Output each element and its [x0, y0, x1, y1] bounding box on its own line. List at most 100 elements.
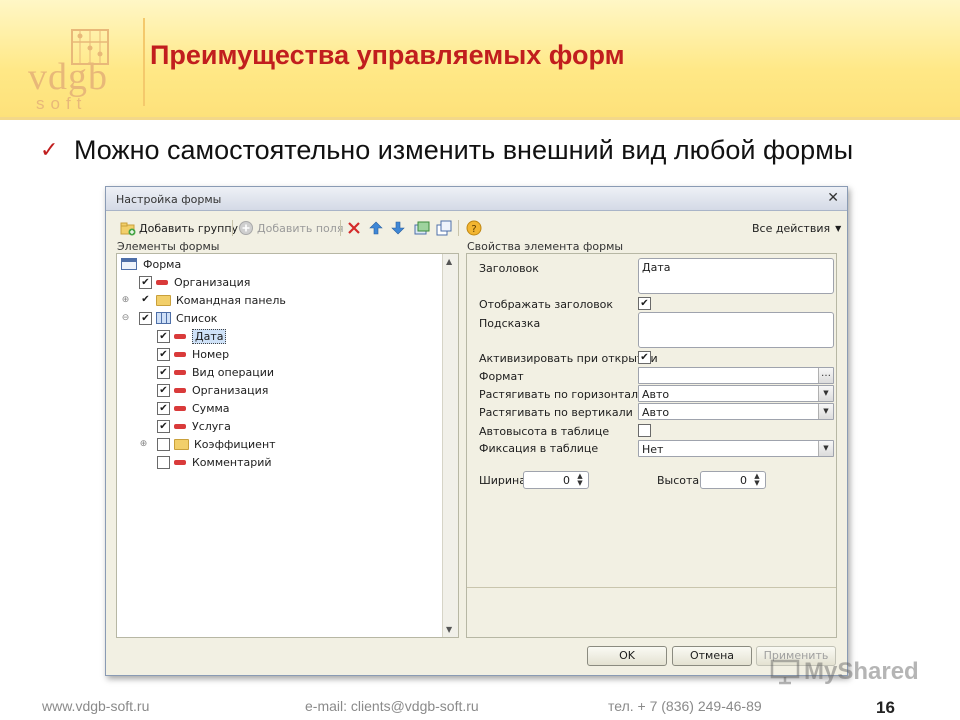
dropdown-arrow-icon[interactable]: ▼: [818, 404, 833, 419]
delete-button[interactable]: [346, 219, 365, 237]
tree-item-label: Сумма: [192, 401, 230, 415]
header-prop-input[interactable]: Дата: [638, 258, 834, 294]
tree-checkbox[interactable]: ✔: [157, 365, 170, 379]
add-group-button[interactable]: Добавить группу: [120, 219, 238, 237]
checkmark-icon: ✓: [40, 138, 59, 163]
bullet-text: Можно самостоятельно изменить внешний ви…: [74, 135, 854, 165]
add-folder-icon: [120, 222, 136, 236]
toolbar-separator: [340, 220, 341, 236]
tree-row[interactable]: ✔ Сумма: [157, 399, 230, 417]
field-icon: [174, 459, 186, 465]
copy-button[interactable]: [436, 219, 455, 237]
hint-prop-input[interactable]: [638, 312, 834, 348]
tree-checkbox[interactable]: ✔: [139, 275, 152, 289]
field-icon: [156, 279, 168, 285]
footer-site-link[interactable]: www.vdgb-soft.ru: [42, 698, 149, 714]
help-icon: ?: [466, 220, 482, 236]
tree-item-label: Командная панель: [176, 293, 286, 307]
help-button[interactable]: ?: [466, 219, 485, 237]
autoheight-checkbox[interactable]: [638, 424, 651, 437]
ok-button[interactable]: OK: [587, 646, 667, 666]
add-fields-button[interactable]: Добавить поля: [238, 219, 343, 237]
tree-row[interactable]: ⊕ Коэффициент: [140, 435, 276, 453]
tree-scrollbar[interactable]: ▲ ▼: [442, 254, 458, 637]
tree-row[interactable]: Комментарий: [157, 453, 272, 471]
tree-checkbox[interactable]: ✔: [157, 329, 170, 343]
show-header-checkbox[interactable]: ✔: [638, 297, 651, 310]
tree-item-label: Комментарий: [192, 455, 272, 469]
fix-select[interactable]: Нет ▼: [638, 440, 834, 457]
tree-row[interactable]: ✔ Вид операции: [157, 363, 274, 381]
scroll-up-icon[interactable]: ▲: [446, 257, 452, 266]
watermark-text: MyShared: [804, 658, 919, 685]
activate-checkbox[interactable]: ✔: [638, 351, 651, 364]
height-input[interactable]: 0 ▲ ▼: [700, 471, 766, 489]
fix-prop-label: Фиксация в таблице: [479, 442, 599, 455]
add-circle-icon: [239, 221, 253, 235]
logo-main-text: vdgb: [28, 56, 108, 98]
tree-checkbox[interactable]: ✔: [139, 311, 152, 325]
stretch-h-select[interactable]: Авто ▼: [638, 385, 834, 402]
all-actions-label: Все действия: [752, 221, 831, 235]
scroll-down-icon[interactable]: ▼: [446, 625, 452, 634]
tree-row[interactable]: ✔ Организация: [157, 381, 268, 399]
dropdown-arrow-icon[interactable]: ▼: [818, 441, 833, 456]
field-icon: [174, 387, 186, 393]
expand-plus-icon[interactable]: ⊕: [121, 295, 130, 305]
move-to-group-button[interactable]: [414, 219, 433, 237]
tree-checkbox[interactable]: ✔: [139, 294, 152, 307]
tree-checkbox[interactable]: ✔: [157, 419, 170, 433]
all-actions-menu[interactable]: Все действия ▼: [752, 219, 841, 237]
tree-checkbox[interactable]: ✔: [157, 401, 170, 415]
move-down-button[interactable]: [390, 219, 409, 237]
tree-checkbox[interactable]: ✔: [157, 383, 170, 397]
close-icon[interactable]: ✕: [827, 190, 839, 206]
dropdown-arrow-icon: ▼: [835, 223, 842, 233]
format-prop-label: Формат: [479, 370, 524, 383]
tree-row[interactable]: ⊕ ✔ Командная панель: [122, 291, 286, 309]
footer-email[interactable]: e-mail: clients@vdgb-soft.ru: [305, 698, 479, 714]
tree-row[interactable]: ✔ Номер: [157, 345, 229, 363]
tree-checkbox[interactable]: ✔: [157, 347, 170, 361]
cancel-button[interactable]: Отмена: [672, 646, 752, 666]
move-up-button[interactable]: [368, 219, 387, 237]
folder-icon: [174, 438, 189, 450]
spin-arrows-icon[interactable]: ▲ ▼: [750, 473, 764, 487]
field-icon: [174, 423, 186, 429]
collapse-minus-icon[interactable]: ⊖: [121, 313, 130, 323]
logo-sub-text: soft: [36, 94, 88, 113]
form-elements-tree[interactable]: Форма ✔ Организация ⊕ ✔ Командная панель ⊖ ✔ Спи…: [116, 253, 459, 638]
tree-row[interactable]: ✔ Организация: [139, 273, 250, 291]
height-prop-label: Высота: [657, 474, 700, 487]
format-prop-input[interactable]: …: [638, 367, 834, 384]
vdgb-logo: vdgb soft: [12, 14, 140, 113]
tree-item-label: Номер: [192, 347, 230, 361]
slide-header: vdgb soft Преимущества управляемых форм: [0, 0, 960, 118]
table-icon: [156, 312, 171, 324]
tree-checkbox[interactable]: [157, 455, 170, 469]
tree-checkbox[interactable]: [157, 437, 170, 451]
watermark: MyShared: [770, 658, 919, 686]
dialog-titlebar[interactable]: Настройка формы ✕: [106, 187, 847, 211]
spin-arrows-icon[interactable]: ▲ ▼: [573, 473, 587, 487]
tree-row[interactable]: ✔ Услуга: [157, 417, 231, 435]
presentation-icon: [770, 659, 800, 685]
tree-item-label: Форма: [143, 257, 182, 271]
tree-row[interactable]: ✔ Дата: [157, 327, 227, 345]
stretch-v-select[interactable]: Авто ▼: [638, 403, 834, 420]
slide-title: Преимущества управляемых форм: [150, 40, 625, 70]
add-fields-label: Добавить поля: [257, 221, 344, 235]
tree-item-label: Дата: [192, 328, 227, 344]
toolbar-separator: [232, 220, 233, 236]
tree-row[interactable]: Форма: [121, 255, 181, 273]
dropdown-arrow-icon[interactable]: ▼: [818, 386, 833, 401]
width-value: 0: [563, 474, 570, 487]
element-properties-panel: Заголовок Дата Отображать заголовок ✔ По…: [466, 253, 837, 638]
expand-plus-icon[interactable]: ⊕: [139, 439, 148, 449]
stretch-v-prop-label: Растягивать по вертикали: [479, 406, 633, 419]
stretch-h-value: Авто: [642, 388, 670, 401]
group-move-icon: [414, 221, 430, 235]
ellipsis-icon[interactable]: …: [818, 368, 833, 383]
width-input[interactable]: 0 ▲ ▼: [523, 471, 589, 489]
tree-row[interactable]: ⊖ ✔ Список: [122, 309, 217, 327]
